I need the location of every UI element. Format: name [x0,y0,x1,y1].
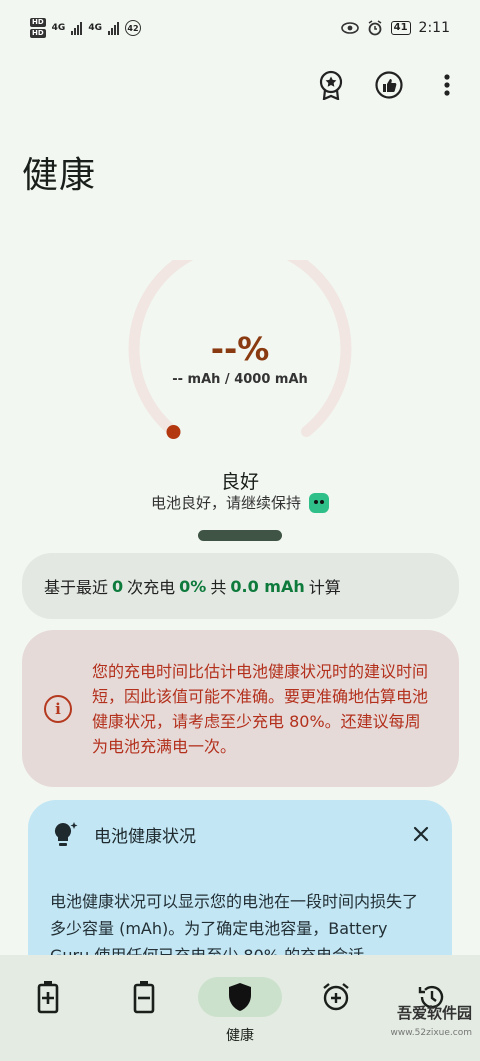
battery-discharge-icon [133,981,155,1014]
lightbulb-icon [54,822,78,846]
robot-mascot-icon [309,492,329,513]
nav-item-discharging[interactable] [99,977,189,1025]
hd-badge: HD [30,18,46,27]
alarm-add-icon [323,983,349,1011]
info-card-header: 电池健康状况 [50,818,430,850]
nav-pill [6,977,90,1017]
based-charges-suffix: 次充电 [127,578,176,597]
charge-mah: 0.0 mAh [230,576,305,596]
warning-text: 您的充电时间比估计电池健康状况时的建议时间短，因此该值可能不准确。要更准确地估算… [92,661,429,756]
nav-label: 健康 [226,1028,254,1044]
gauge-capacity: -- mAh / 4000 mAh [172,372,308,387]
charge-count: 0 [112,576,124,596]
drag-handle[interactable] [198,530,282,541]
watermark: 吾爱软件园 www.52zixue.com [362,1003,472,1057]
battery-charge-icon [37,981,59,1014]
premium-badge-button[interactable] [316,70,346,100]
accuracy-warning-card: i 您的充电时间比估计电池健康状况时的建议时间短，因此该值可能不准确。要更准确地… [22,630,459,787]
close-icon[interactable] [412,825,430,843]
based-total-label: 共 [210,578,227,597]
nav-item-health[interactable]: 健康 [195,977,285,1045]
shield-icon [229,983,251,1011]
hd-badges: HD HD [30,18,46,38]
watermark-url: www.52zixue.com [390,1028,472,1038]
award-icon [319,70,343,100]
info-card-title: 电池健康状况 [94,826,196,847]
network-type: 4G [51,23,66,33]
nav-pill [102,977,186,1017]
thumbs-up-icon [375,71,403,99]
info-icon: i [44,694,72,723]
status-right: 41 2:11 [340,20,450,36]
based-on-card: 基于最近 0 次充电 0% 共 0.0 mAh 计算 [22,553,459,619]
alarm-icon [368,20,382,36]
nav-item-charging[interactable] [3,977,93,1025]
status-left: HD HD 4G 4G 42 [30,18,141,38]
health-subtitle-row: 电池良好，请继续保持 [0,492,480,513]
status-bar: HD HD 4G 4G 42 41 2:11 [0,0,480,56]
gauge-dot [166,425,181,439]
top-actions [316,70,462,100]
notification-count: 42 [124,20,141,36]
battery-level: 41 [390,21,411,35]
health-state: 良好 [220,471,259,493]
health-subtitle: 电池良好，请继续保持 [150,494,301,512]
page-title: 健康 [22,155,97,196]
more-options-button[interactable] [432,70,462,100]
eye-icon [340,22,359,34]
clock-time: 2:11 [418,20,450,36]
watermark-text: 吾爱软件园 [396,1004,472,1022]
signal-icon [71,21,83,35]
based-suffix: 计算 [308,578,341,597]
gauge-percent: --% [210,330,270,368]
hd-badge: HD [30,29,46,38]
more-vert-icon [444,74,450,96]
nav-pill [198,977,282,1017]
signal-icon [107,21,119,35]
rate-button[interactable] [374,70,404,100]
charge-percent: 0% [179,576,207,596]
based-prefix: 基于最近 [44,578,109,597]
network-type: 4G [88,23,102,33]
